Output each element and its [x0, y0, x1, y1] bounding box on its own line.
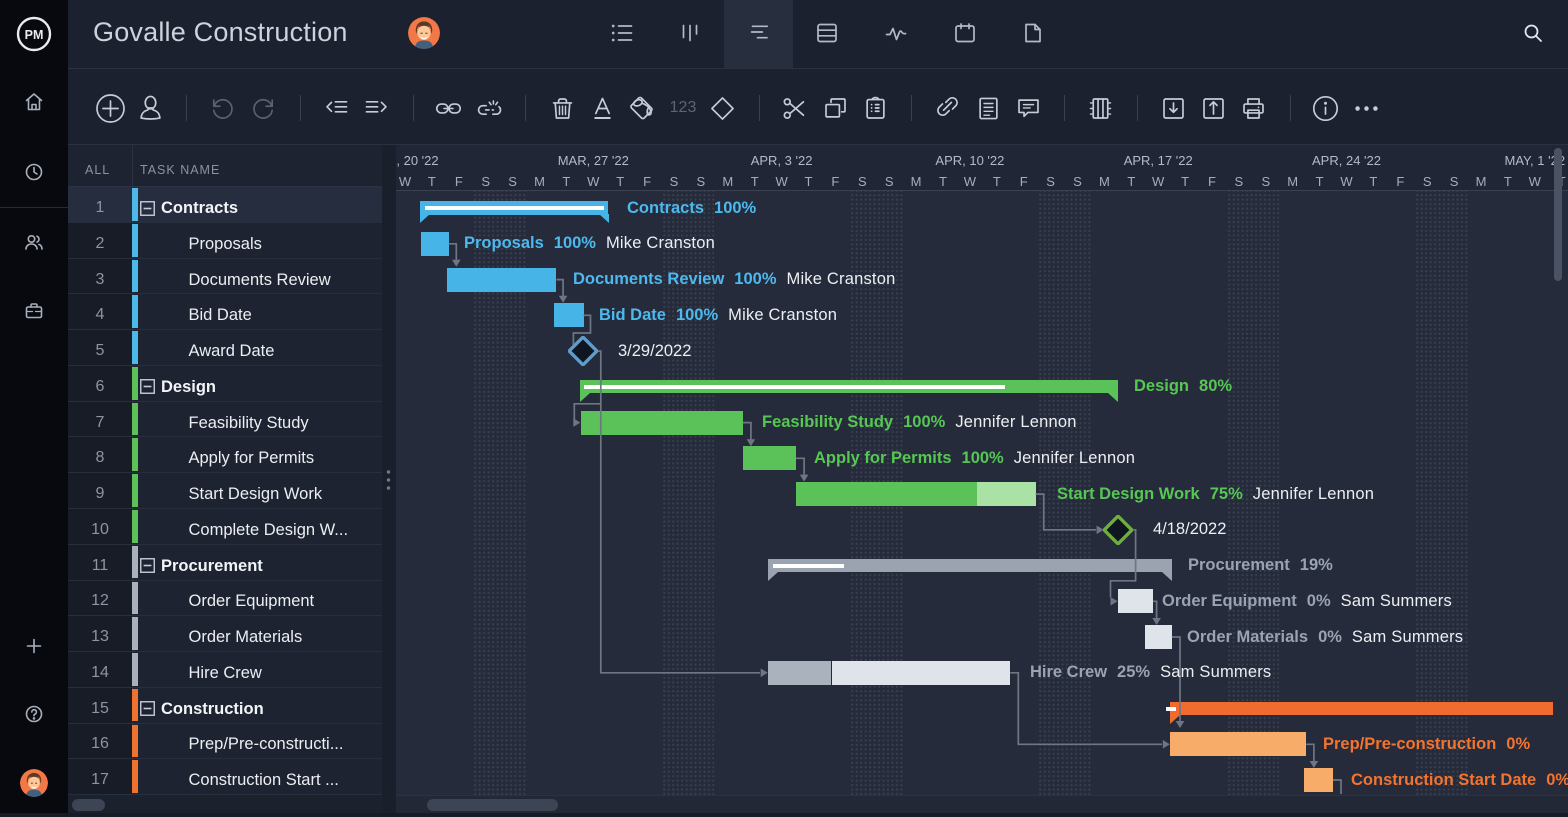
svg-text:PM: PM	[25, 28, 44, 42]
